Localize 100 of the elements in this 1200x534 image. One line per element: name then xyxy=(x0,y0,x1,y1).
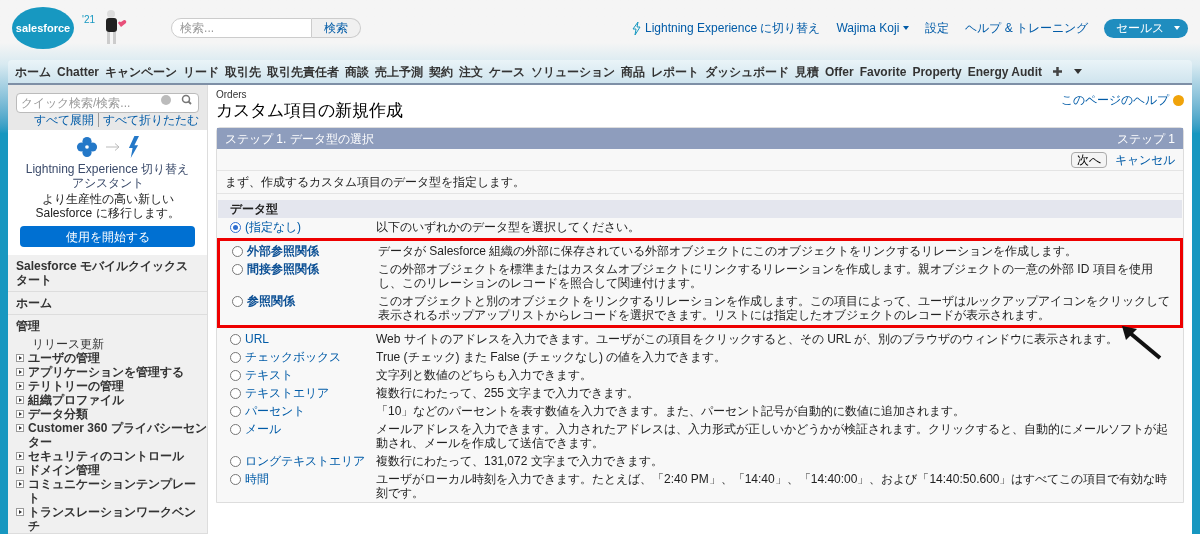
sidebar-section-title[interactable]: ホーム xyxy=(8,292,207,314)
radio-button[interactable] xyxy=(230,405,241,417)
sidebar-tree-item[interactable]: ドメイン管理 xyxy=(28,463,100,477)
data-type-label[interactable]: URL xyxy=(245,332,269,346)
radio-button[interactable] xyxy=(230,473,241,485)
sidebar-tree-item[interactable]: セキュリティのコントロール xyxy=(28,449,184,463)
user-menu[interactable]: Wajima Koji xyxy=(836,19,910,37)
help-icon xyxy=(1173,94,1184,106)
expand-icon[interactable] xyxy=(16,396,24,404)
sidebar-section-title[interactable]: 管理 xyxy=(8,315,207,337)
data-type-label[interactable]: (指定なし) xyxy=(245,220,301,234)
data-type-label[interactable]: ロングテキストエリア xyxy=(245,454,365,468)
data-type-description: このオブジェクトと別のオブジェクトをリンクするリレーションを作成します。この項目によって、ユーザはルックアップアイコンをクリックして表示されるポップアップリストからレコードを選択できます。リストには指定したオブジェクトのレコードが表示されます。 xyxy=(378,294,1171,322)
data-type-label[interactable]: テキスト xyxy=(245,368,293,382)
page-help-link[interactable]: このページのヘルプ xyxy=(1061,93,1169,107)
expand-icon[interactable] xyxy=(16,508,24,516)
promo-text: より生産性の高い新しい Salesforce に移行します。 xyxy=(34,192,181,220)
step-title: ステップ 1. データ型の選択 xyxy=(225,130,374,148)
data-type-description: Web サイトのアドレスを入力できます。ユーザがこの項目をクリックすると、その URL が、別のブラウザのウィンドウに表示されます。 xyxy=(376,332,1120,346)
data-type-label[interactable]: チェックボックス xyxy=(245,350,341,364)
search-icon[interactable] xyxy=(180,94,194,106)
nav-tab[interactable]: Favorite xyxy=(856,60,910,83)
data-type-label[interactable]: 間接参照関係 xyxy=(247,262,319,276)
radio-button[interactable] xyxy=(230,455,241,467)
data-type-label[interactable]: メール xyxy=(245,422,281,436)
sidebar-tree-item[interactable]: Customer 360 プライバシーセンター xyxy=(28,421,207,449)
radio-button[interactable] xyxy=(230,351,241,363)
cancel-link[interactable]: キャンセル xyxy=(1115,152,1175,167)
expand-icon[interactable] xyxy=(16,466,24,474)
expand-icon[interactable] xyxy=(16,410,24,418)
nav-tab[interactable]: 商品 xyxy=(618,60,648,83)
caret-icon[interactable] xyxy=(1073,69,1082,74)
radio-button[interactable] xyxy=(232,263,243,275)
sidebar-tree-item[interactable]: コミュニケーションテンプレート xyxy=(28,477,207,505)
nav-tab[interactable]: キャンペーン xyxy=(102,60,180,83)
sidebar-section-title[interactable]: Salesforce モバイルクイックスタート xyxy=(8,255,207,291)
sidebar-tree-item[interactable]: 組織プロファイル xyxy=(28,393,124,407)
collapse-all-link[interactable]: すべて折りたたむ xyxy=(99,113,199,127)
radio-button[interactable] xyxy=(230,369,241,381)
radio-button[interactable] xyxy=(232,245,243,257)
lightning-bolt-icon xyxy=(632,21,641,35)
sidebar-link[interactable]: リリース更新 xyxy=(8,337,207,351)
expand-icon[interactable] xyxy=(16,452,24,460)
data-type-description: データが Salesforce 組織の外部に保存されている外部オブジェクトにこのオブジェクトをリンクするリレーションを作成します。 xyxy=(378,244,1079,258)
nav-tab[interactable]: Energy Audit xyxy=(964,60,1045,83)
expand-icon[interactable] xyxy=(16,354,24,362)
nav-tab[interactable]: Property xyxy=(909,60,965,83)
page-title: カスタム項目の新規作成 xyxy=(216,100,403,121)
expand-all-link[interactable]: すべて展開 xyxy=(34,113,99,127)
expand-icon[interactable] xyxy=(16,480,24,488)
nav-tab[interactable]: 注文 xyxy=(456,60,486,83)
expand-icon[interactable] xyxy=(16,368,24,376)
lightning-switch-link[interactable]: Lightning Experience に切り替え xyxy=(645,19,821,37)
section-heading: データ型 xyxy=(218,200,1182,218)
radio-button[interactable] xyxy=(230,221,241,233)
expand-icon[interactable] xyxy=(16,382,24,390)
nav-tab[interactable]: ケース xyxy=(486,60,528,83)
data-type-label[interactable]: 外部参照関係 xyxy=(247,244,319,258)
search-button[interactable]: 検索 xyxy=(312,18,362,38)
nav-tab[interactable]: Offer xyxy=(822,60,857,83)
data-type-description: 「10」などのパーセントを表す数値を入力できます。また、パーセント記号が自動的に数値に追加されます。 xyxy=(376,404,967,418)
sidebar-tree-item[interactable]: データ分類 xyxy=(28,407,88,421)
expand-icon[interactable] xyxy=(16,424,24,432)
help-training-link[interactable]: ヘルプ & トレーニング xyxy=(965,19,1088,37)
intro-text: まず、作成するカスタム項目のデータ型を指定します。 xyxy=(217,171,1183,194)
nav-tab[interactable]: ソリューション xyxy=(528,60,618,83)
plus-icon[interactable] xyxy=(1052,67,1062,76)
sidebar-tree-item[interactable]: テリトリーの管理 xyxy=(28,379,124,393)
nav-tab[interactable]: Chatter xyxy=(54,60,102,83)
sidebar-tree-item[interactable]: アプリケーションを管理する xyxy=(28,365,184,379)
data-type-description: この外部オブジェクトを標準またはカスタムオブジェクトにリンクするリレーションを作成します。親オブジェクトの一意の外部 ID 項目を使用し、このリレーションのレコードを照合して関連付けます。 xyxy=(378,262,1154,290)
radio-button[interactable] xyxy=(230,333,241,345)
data-type-label[interactable]: 参照関係 xyxy=(247,294,295,308)
get-started-button[interactable]: 使用を開始する xyxy=(20,226,195,247)
data-type-label[interactable]: 時間 xyxy=(245,472,269,486)
app-menu[interactable]: セールス xyxy=(1104,18,1188,38)
nav-tab[interactable]: ダッシュボード xyxy=(702,60,792,83)
nav-tab[interactable]: 取引先責任者 xyxy=(264,60,342,83)
nav-tab[interactable]: 契約 xyxy=(426,60,456,83)
sidebar-tree-item[interactable]: トランスレーションワークベンチ xyxy=(28,505,207,533)
data-type-label[interactable]: パーセント xyxy=(245,404,305,418)
nav-tab[interactable]: リード xyxy=(180,60,222,83)
nav-tab[interactable]: 売上予測 xyxy=(372,60,426,83)
data-type-description: 以下のいずれかのデータ型を選択してください。 xyxy=(376,220,641,234)
radio-button[interactable] xyxy=(230,387,241,399)
data-type-description: 文字列と数値のどちらも入力できます。 xyxy=(376,368,593,382)
nav-tab[interactable]: 取引先 xyxy=(222,60,264,83)
data-type-label[interactable]: テキストエリア xyxy=(245,386,329,400)
radio-button[interactable] xyxy=(230,423,241,435)
nav-tab[interactable]: 商談 xyxy=(342,60,372,83)
nav-tab[interactable]: ホーム xyxy=(12,60,54,83)
sidebar-tree-item[interactable]: ユーザの管理 xyxy=(28,351,100,365)
nav-tab[interactable]: 見積 xyxy=(792,60,822,83)
nav-tab[interactable]: レポート xyxy=(648,60,702,83)
radio-button[interactable] xyxy=(232,295,243,307)
pointer-arrow-drawing xyxy=(1120,324,1162,360)
quick-search-field[interactable]: クイック検索/検索... xyxy=(16,93,199,113)
setup-link[interactable]: 設定 xyxy=(925,19,950,37)
search-field[interactable]: 検索... xyxy=(171,18,313,38)
next-button[interactable]: 次へ xyxy=(1071,151,1107,168)
